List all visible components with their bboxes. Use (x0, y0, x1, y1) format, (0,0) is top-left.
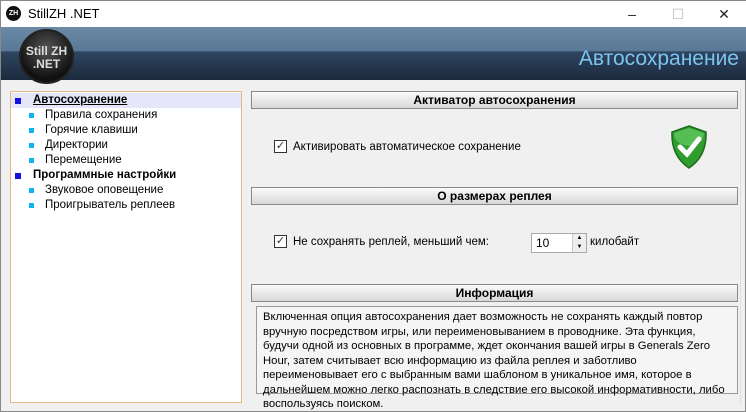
bullet-icon (15, 97, 21, 104)
title-bar: ZH StillZH .NET – ☐ ✕ (1, 1, 746, 27)
section-header-size: О размерах реплея (251, 187, 738, 205)
unit-label: килобайт (590, 236, 640, 248)
bullet-icon (29, 158, 34, 163)
bullet-icon (29, 113, 34, 118)
bullet-icon (15, 172, 21, 179)
tree-item[interactable]: Перемещение (11, 153, 241, 168)
tree-item[interactable]: Горячие клавиши (11, 123, 241, 138)
section-header-activator: Активатор автосохранения (251, 91, 738, 109)
tree-item[interactable]: Директории (11, 138, 241, 153)
app-icon: ZH (6, 6, 21, 21)
page-title: Автосохранение (578, 47, 739, 70)
bullet-icon (29, 143, 34, 148)
window-title: StillZH .NET (28, 6, 100, 21)
shield-check-icon (671, 125, 707, 169)
header-banner: Автосохранение (1, 27, 746, 80)
autosave-checkbox[interactable]: ✓ Активировать автоматическое сохранение (274, 140, 521, 153)
section-header-info: Информация (251, 284, 738, 302)
checkbox-icon: ✓ (274, 140, 287, 153)
tree-item[interactable]: Автосохранение (11, 93, 241, 108)
close-button[interactable]: ✕ (701, 1, 746, 27)
minimize-button[interactable]: – (609, 1, 655, 27)
spin-arrows-icon[interactable]: ▲ ▼ (572, 234, 586, 252)
checkbox-icon: ✓ (274, 235, 287, 248)
tree-item[interactable]: Правила сохранения (11, 108, 241, 123)
maximize-button[interactable]: ☐ (655, 1, 701, 27)
info-text: Включенная опция автосохранения дает воз… (256, 306, 738, 410)
min-size-stepper[interactable]: 10 ▲ ▼ (531, 233, 587, 253)
tree-item[interactable]: Звуковое оповещение (11, 183, 241, 198)
bullet-icon (29, 203, 34, 208)
settings-panel: Активатор автосохранения ✓ Активировать а… (249, 88, 741, 410)
logo: Still ZH .NET (19, 29, 74, 84)
settings-tree: Автосохранение Правила сохранения Горячие … (10, 91, 242, 403)
tree-item[interactable]: Проигрыватель реплеев (11, 198, 241, 213)
min-size-checkbox[interactable]: ✓ Не сохранять реплей, меньший чем: (274, 235, 489, 248)
bullet-icon (29, 188, 34, 193)
bullet-icon (29, 128, 34, 133)
tree-item[interactable]: Программные настройки (11, 168, 241, 183)
